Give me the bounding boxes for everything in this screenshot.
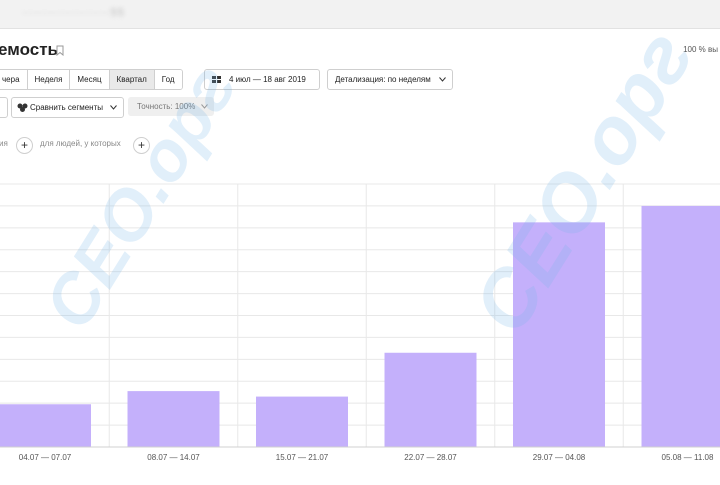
x-tick-label: 22.07 — 28.07	[404, 453, 457, 462]
bar-chart: 04.07 — 07.07 08.07 — 14.07 15.07 — 21.07 2…	[0, 0, 720, 480]
chart-bar[interactable]	[128, 391, 220, 447]
chart-bar[interactable]	[256, 397, 348, 447]
x-tick-label: 04.07 — 07.07	[19, 453, 72, 462]
chart-bar[interactable]	[642, 206, 720, 447]
chart-area: 04.07 — 07.07 08.07 — 14.07 15.07 — 21.07 2…	[0, 0, 720, 480]
x-tick-label: 08.07 — 14.07	[147, 453, 200, 462]
x-tick-label: 05.08 — 11.08	[662, 453, 714, 462]
x-tick-label: 15.07 — 21.07	[276, 453, 329, 462]
chart-bar[interactable]	[385, 353, 477, 447]
chart-bar[interactable]	[0, 404, 91, 447]
x-tick-label: 29.07 — 04.08	[533, 453, 586, 462]
chart-bar[interactable]	[513, 222, 605, 447]
